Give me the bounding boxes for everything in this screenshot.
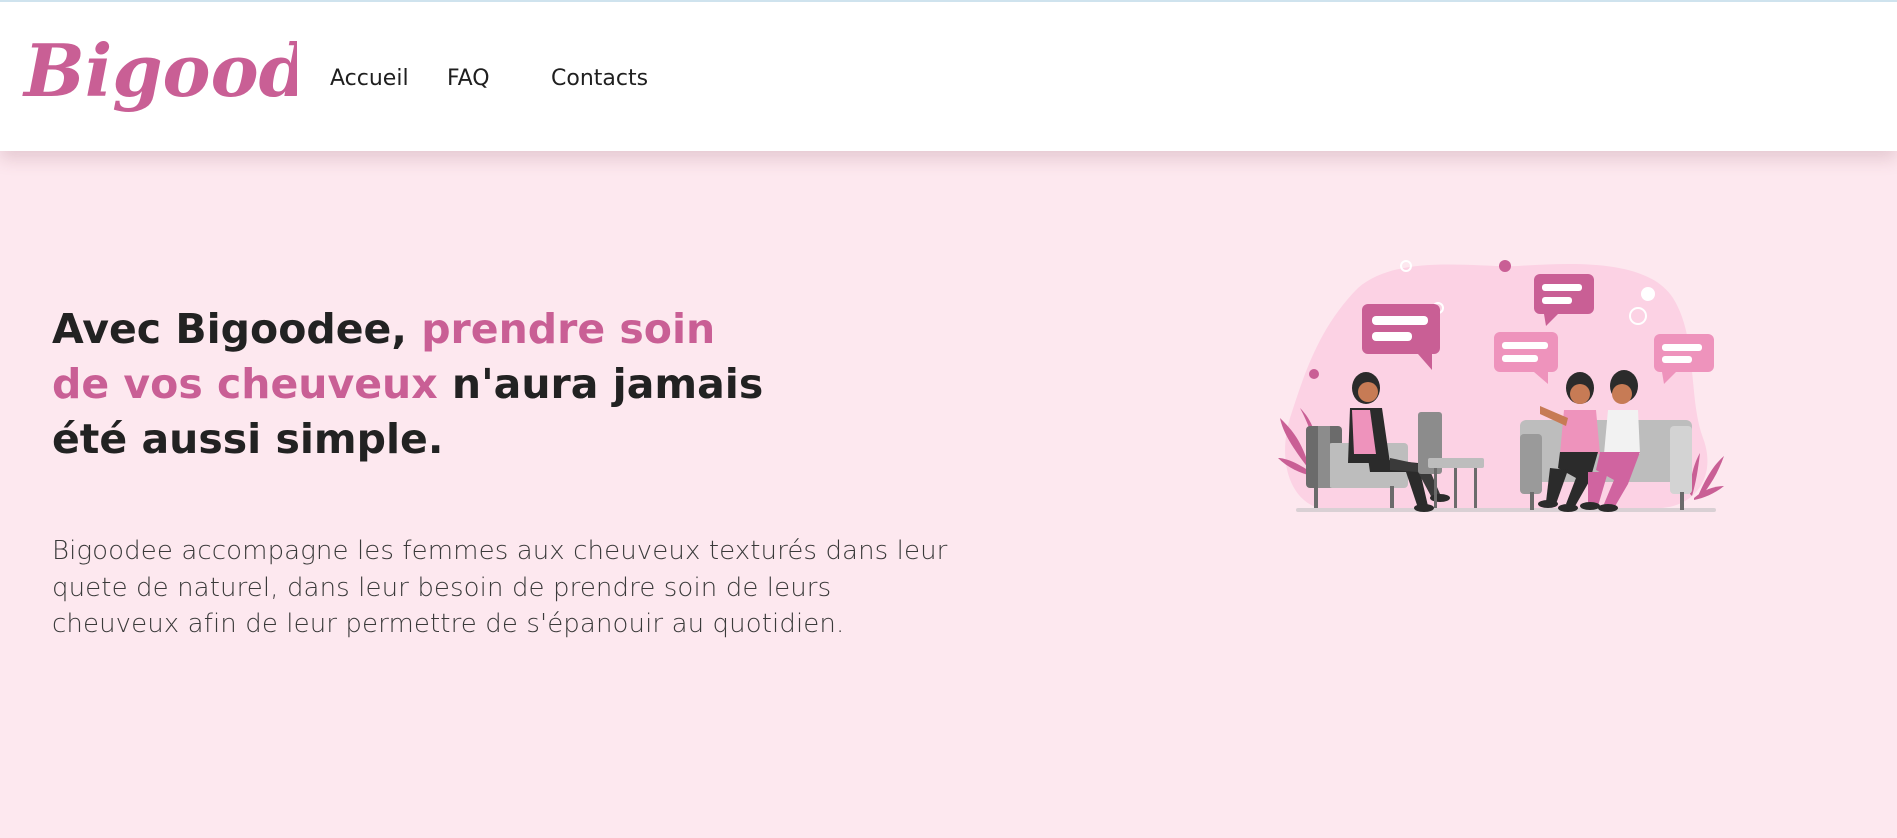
bigoodee-logo[interactable]: Bigoodeee bbox=[22, 24, 297, 129]
nav-link-accueil[interactable]: Accueil bbox=[330, 64, 409, 94]
svg-text:Bigoodeee: Bigoodeee bbox=[22, 28, 297, 113]
nav-link-faq[interactable]: FAQ bbox=[447, 64, 490, 94]
hero-title-part1: Avec Bigoodee, bbox=[52, 305, 422, 353]
top-navbar: Bigoodeee Accueil FAQ Contacts bbox=[0, 0, 1897, 151]
nav-link-contacts[interactable]: Contacts bbox=[551, 64, 648, 94]
hero-title: Avec Bigoodee, prendre soin de vos cheuv… bbox=[52, 302, 772, 467]
women-conversation-illustration-icon bbox=[1278, 260, 1724, 512]
hero-description: Bigoodee accompagne les femmes aux cheuv… bbox=[52, 536, 948, 639]
